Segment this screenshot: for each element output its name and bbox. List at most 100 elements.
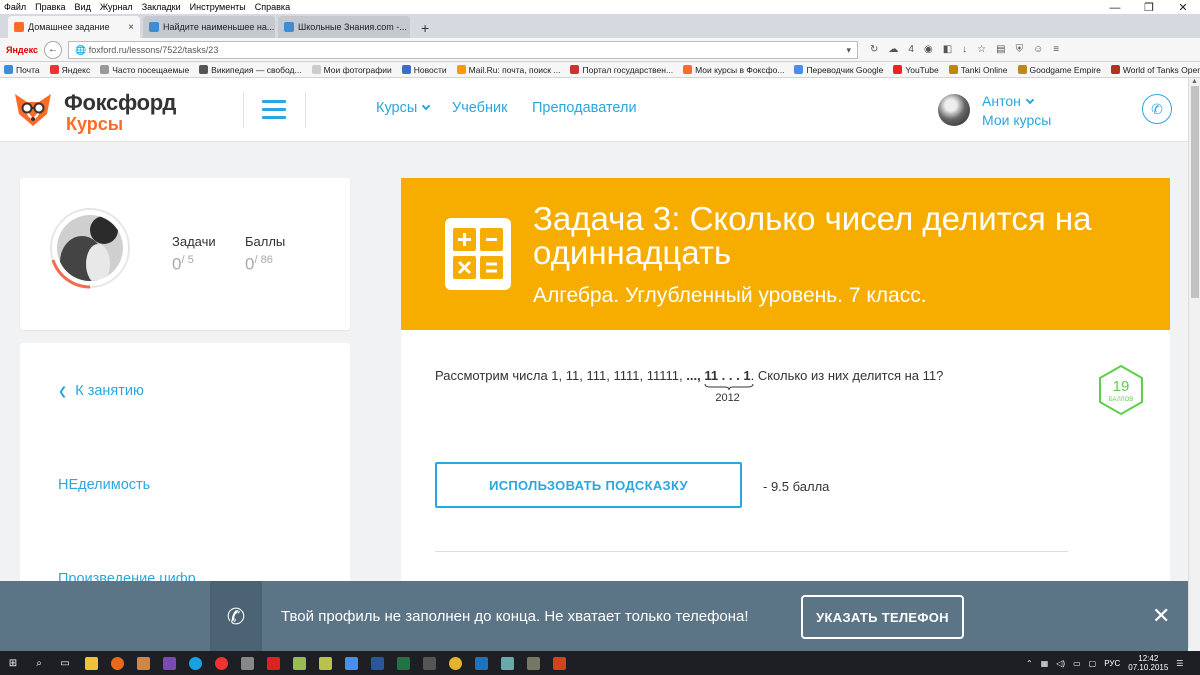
menu-hamburger-icon[interactable]: ≡: [1053, 44, 1059, 55]
app-icon[interactable]: [288, 655, 310, 671]
reload-icon[interactable]: ↻: [870, 44, 878, 55]
word-icon[interactable]: [366, 655, 388, 671]
windows-taskbar: ⊞ ⌕ ▭ ⌃ ▦ ◁) ▭ ▢ РУС 12:42 07.10.2015 ☰: [0, 651, 1200, 675]
phone-icon[interactable]: ✆: [1142, 94, 1172, 124]
bookmark-item[interactable]: Goodgame Empire: [1017, 65, 1101, 75]
close-icon[interactable]: ✕: [1152, 603, 1170, 629]
app-icon[interactable]: [314, 655, 336, 671]
browser-tab-znanija[interactable]: Школьные Знания.com -... ×: [278, 16, 410, 38]
menu-tools[interactable]: Инструменты: [190, 0, 246, 14]
app-icon[interactable]: [496, 655, 518, 671]
use-hint-button[interactable]: ИСПОЛЬЗОВАТЬ ПОДСКАЗКУ: [435, 462, 742, 508]
divider: [243, 92, 244, 128]
volume-icon[interactable]: ◁): [1056, 659, 1065, 668]
bookmark-item[interactable]: Почта: [4, 65, 40, 75]
bookmark-item[interactable]: Mail.Ru: почта, поиск ...: [456, 65, 560, 75]
foxford-logo[interactable]: Фоксфорд Курсы: [12, 86, 212, 136]
extension-icon[interactable]: ◉: [924, 44, 933, 55]
download-icon[interactable]: ↓: [962, 44, 967, 55]
brace-number: 11 . . . 1: [704, 368, 751, 383]
battery-icon[interactable]: ▭: [1073, 659, 1081, 668]
bookmark-item[interactable]: Википедия — свобод...: [199, 65, 302, 75]
notifications-icon[interactable]: ☰: [1176, 659, 1183, 668]
clock-time: 12:42: [1138, 654, 1159, 663]
bookmark-item[interactable]: Часто посещаемые: [100, 65, 189, 75]
menu-bookmarks[interactable]: Закладки: [142, 0, 181, 14]
bookmark-item[interactable]: Портал государствен...: [570, 65, 673, 75]
app-icon[interactable]: [418, 655, 440, 671]
browser-tab-find-min[interactable]: Найдите наименьшее на... ×: [143, 16, 275, 38]
score-badge: 19 БАЛЛОВ: [1099, 364, 1143, 416]
vk-icon[interactable]: ◧: [943, 44, 952, 55]
fox-logo-icon: [15, 94, 51, 126]
sidebar-item-divisibility[interactable]: НЕделимость: [58, 477, 150, 493]
bookmark-item[interactable]: Переводчик Google: [794, 65, 883, 75]
bookmark-item[interactable]: Мои фотографии: [311, 64, 392, 75]
search-icon[interactable]: ⌕: [28, 655, 50, 671]
firefox-icon[interactable]: [106, 655, 128, 671]
nav-courses-label: Курсы: [376, 100, 418, 116]
language-indicator[interactable]: РУС: [1104, 659, 1120, 668]
scroll-up-icon[interactable]: ▲: [1191, 78, 1198, 85]
task-subject: Алгебра. Углубленный уровень. 7 класс.: [533, 284, 927, 307]
nav-textbook[interactable]: Учебник: [452, 100, 507, 116]
dropdown-chevron-icon[interactable]: ▾: [846, 42, 857, 58]
bookmark-item[interactable]: Новости: [401, 65, 447, 75]
bookmark-item[interactable]: Мои курсы в Фоксфо...: [683, 65, 784, 75]
app-icon[interactable]: [340, 655, 362, 671]
yandex-label[interactable]: Яндекс: [6, 45, 38, 55]
bookmark-item[interactable]: YouTube: [893, 65, 939, 75]
menu-help[interactable]: Справка: [255, 0, 290, 14]
back-arrow-icon[interactable]: ←: [44, 40, 63, 59]
set-phone-button[interactable]: УКАЗАТЬ ТЕЛЕФОН: [801, 595, 964, 639]
bookmark-label: Мои фотографии: [323, 64, 392, 75]
message-icon[interactable]: ▢: [1089, 659, 1097, 668]
menu-file[interactable]: Файл: [4, 0, 26, 14]
app-icon[interactable]: [158, 655, 180, 671]
scrollbar-thumb[interactable]: [1191, 86, 1199, 298]
bookmark-item[interactable]: World of Tanks Operat...: [1110, 65, 1200, 75]
my-courses-link[interactable]: Мои курсы: [982, 112, 1051, 128]
yandex-browser-icon[interactable]: [210, 655, 232, 671]
cloud-icon[interactable]: ☁: [888, 44, 898, 55]
bookmark-item[interactable]: Яндекс: [49, 65, 90, 75]
clock[interactable]: 12:42 07.10.2015: [1128, 654, 1168, 672]
nav-courses[interactable]: Курсы: [376, 100, 431, 116]
powerpoint-icon[interactable]: [548, 655, 570, 671]
bookmark-item[interactable]: Tanki Online: [948, 65, 1008, 75]
bookmark-star-icon[interactable]: ☆: [977, 44, 986, 55]
game-icon[interactable]: [132, 655, 154, 671]
user-avatar[interactable]: [938, 94, 970, 126]
file-explorer-icon[interactable]: [80, 655, 102, 671]
menu-history[interactable]: Журнал: [100, 0, 133, 14]
menu-view[interactable]: Вид: [75, 0, 91, 14]
back-to-lesson-link[interactable]: ❮ К занятию: [58, 383, 144, 399]
nav-teachers[interactable]: Преподаватели: [532, 100, 637, 116]
address-bar[interactable]: 🌐 foxford.ru/lessons/7522/tasks/23 ▾: [68, 40, 859, 59]
chrome-icon[interactable]: [444, 655, 466, 671]
new-tab-button[interactable]: +: [413, 18, 437, 38]
skype-icon[interactable]: [184, 655, 206, 671]
network-icon[interactable]: ▦: [1041, 659, 1049, 668]
onedrive-icon[interactable]: [470, 655, 492, 671]
world-of-tanks-icon[interactable]: [522, 655, 544, 671]
tray-chevron-up-icon[interactable]: ⌃: [1026, 659, 1033, 668]
windows-start-icon[interactable]: ⊞: [2, 655, 24, 671]
shield-icon[interactable]: ⛨: [1016, 44, 1024, 55]
tab-title: Школьные Знания.com -...: [298, 22, 407, 32]
menu-edit[interactable]: Правка: [35, 0, 65, 14]
reader-icon[interactable]: ▤: [996, 44, 1005, 55]
app-icon[interactable]: [236, 655, 258, 671]
excel-icon[interactable]: [392, 655, 414, 671]
chevron-left-icon: ❮: [58, 386, 68, 398]
menu-burger-icon[interactable]: [262, 100, 286, 120]
task-view-icon[interactable]: ▭: [54, 655, 76, 671]
points-value: 0/ 86: [245, 254, 273, 275]
close-tab-icon[interactable]: ×: [128, 22, 134, 33]
yandex-icon[interactable]: [262, 655, 284, 671]
page-scrollbar[interactable]: ▲: [1188, 78, 1200, 648]
bookmark-label: Мои курсы в Фоксфо...: [695, 64, 785, 75]
browser-tab-homework[interactable]: Домашнее задание ×: [8, 16, 140, 38]
user-menu[interactable]: Антон: [982, 93, 1035, 109]
chat-icon[interactable]: ☺: [1033, 44, 1043, 55]
